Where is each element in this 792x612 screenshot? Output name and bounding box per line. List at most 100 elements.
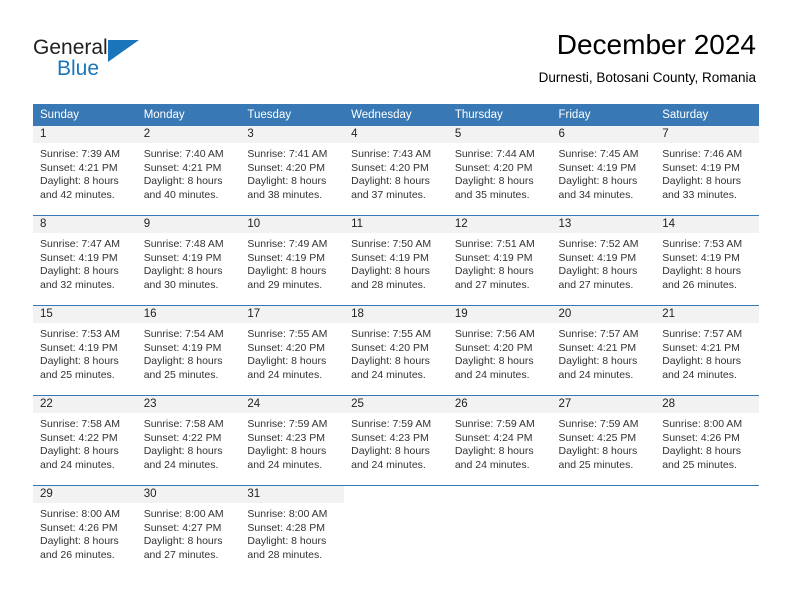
daylight-text-line2: and 25 minutes. — [143, 368, 219, 381]
sunset-text: Sunset: 4:26 PM — [40, 521, 118, 534]
day-cell[interactable]: 6 Sunrise: 7:45 AM Sunset: 4:19 PM Daylight… — [551, 126, 656, 216]
daylight-text-line1: Daylight: 8 hours — [143, 355, 223, 367]
daylight-text-line1: Daylight: 8 hours — [558, 445, 638, 457]
sunset-text: Sunset: 4:19 PM — [247, 251, 326, 264]
day-cell[interactable]: 14 Sunrise: 7:53 AM Sunset: 4:19 PM Dayligh… — [655, 215, 759, 306]
day-cell[interactable]: 12 Sunrise: 7:51 AM Sunset: 4:19 PM Dayligh… — [447, 215, 552, 306]
day-cell[interactable]: 22 Sunrise: 7:58 AM Sunset: 4:22 PM Dayligh… — [33, 395, 137, 486]
daylight-text-line2: and 37 minutes. — [351, 188, 426, 201]
calendar-table: Sunday Monday Tuesday Wednesday Thursday… — [33, 104, 759, 575]
daylight-text-line1: Daylight: 8 hours — [40, 445, 119, 457]
day-number: 12 — [447, 216, 552, 233]
day-number: 8 — [33, 216, 137, 233]
sunset-text: Sunset: 4:27 PM — [143, 521, 222, 534]
day-cell[interactable]: 8 Sunrise: 7:47 AM Sunset: 4:19 PM Daylight… — [33, 215, 137, 306]
page-subtitle: Durnesti, Botosani County, Romania — [538, 70, 756, 85]
day-cell[interactable]: 9 Sunrise: 7:48 AM Sunset: 4:19 PM Daylight… — [136, 215, 241, 306]
daylight-text-line1: Daylight: 8 hours — [40, 535, 119, 547]
daylight-text-line2: and 25 minutes. — [40, 368, 115, 381]
sunset-text: Sunset: 4:19 PM — [558, 161, 637, 174]
sunrise-text: Sunrise: 7:56 AM — [454, 328, 535, 340]
sunrise-text: Sunrise: 7:39 AM — [40, 148, 120, 160]
daylight-text-line1: Daylight: 8 hours — [351, 175, 430, 187]
day-cell[interactable]: 20 Sunrise: 7:57 AM Sunset: 4:21 PM Dayligh… — [551, 305, 656, 396]
day-cell[interactable]: 31 Sunrise: 8:00 AM Sunset: 4:28 PM Dayligh… — [240, 485, 345, 575]
day-cell[interactable]: 29 Sunrise: 8:00 AM Sunset: 4:26 PM Dayligh… — [33, 485, 137, 575]
daylight-text-line1: Daylight: 8 hours — [40, 175, 119, 187]
sunrise-text: Sunrise: 7:45 AM — [558, 148, 639, 160]
day-cell[interactable]: 4 Sunrise: 7:43 AM Sunset: 4:20 PM Daylight… — [344, 126, 448, 216]
title-block: December 2024 Durnesti, Botosani County,… — [539, 28, 756, 88]
week-row: 29 Sunrise: 8:00 AM Sunset: 4:26 PM Dayligh… — [33, 485, 759, 575]
daylight-text-line1: Daylight: 8 hours — [454, 175, 534, 187]
sunset-text: Sunset: 4:20 PM — [247, 161, 326, 174]
daylight-text-line1: Daylight: 8 hours — [247, 445, 327, 457]
sunset-text: Sunset: 4:21 PM — [662, 341, 740, 354]
daylight-text-line1: Daylight: 8 hours — [662, 175, 742, 187]
sunrise-text: Sunrise: 7:59 AM — [454, 418, 535, 430]
sunrise-text: Sunrise: 7:59 AM — [351, 418, 432, 430]
day-cell[interactable]: 16 Sunrise: 7:54 AM Sunset: 4:19 PM Dayligh… — [136, 305, 241, 396]
day-cell[interactable]: 21 Sunrise: 7:57 AM Sunset: 4:21 PM Dayligh… — [655, 305, 759, 396]
daylight-text-line1: Daylight: 8 hours — [454, 445, 534, 457]
day-cell[interactable]: 28 Sunrise: 8:00 AM Sunset: 4:26 PM Dayligh… — [655, 395, 759, 486]
day-number: 7 — [655, 126, 759, 143]
day-cell[interactable]: 27 Sunrise: 7:59 AM Sunset: 4:25 PM Dayligh… — [551, 395, 656, 486]
week-row: 1 Sunrise: 7:39 AM Sunset: 4:21 PM Daylight… — [33, 126, 759, 216]
sunset-text: Sunset: 4:20 PM — [247, 341, 326, 354]
day-cell[interactable]: 2 Sunrise: 7:40 AM Sunset: 4:21 PM Daylight… — [136, 126, 241, 216]
week-row: 8 Sunrise: 7:47 AM Sunset: 4:19 PM Daylight… — [33, 215, 759, 306]
day-cell[interactable]: 17 Sunrise: 7:55 AM Sunset: 4:20 PM Dayligh… — [240, 305, 345, 396]
day-number — [344, 486, 448, 503]
sunset-text: Sunset: 4:19 PM — [454, 251, 533, 264]
sunrise-text: Sunrise: 8:00 AM — [247, 508, 328, 520]
sunrise-text: Sunrise: 7:51 AM — [454, 238, 535, 250]
day-cell[interactable]: 7 Sunrise: 7:46 AM Sunset: 4:19 PM Daylight… — [655, 126, 759, 216]
day-cell[interactable]: 23 Sunrise: 7:58 AM Sunset: 4:22 PM Dayligh… — [136, 395, 241, 486]
day-cell[interactable]: 25 Sunrise: 7:59 AM Sunset: 4:23 PM Dayligh… — [344, 395, 448, 486]
day-number: 22 — [33, 396, 137, 413]
day-cell[interactable]: 26 Sunrise: 7:59 AM Sunset: 4:24 PM Dayligh… — [447, 395, 552, 486]
day-cell[interactable]: 15 Sunrise: 7:53 AM Sunset: 4:19 PM Dayligh… — [33, 305, 137, 396]
page-header: General Blue December 2024 Durnesti, Bot… — [0, 0, 792, 100]
daylight-text-line1: Daylight: 8 hours — [247, 535, 327, 547]
sunset-text: Sunset: 4:19 PM — [143, 341, 222, 354]
day-cell[interactable]: 18 Sunrise: 7:55 AM Sunset: 4:20 PM Dayligh… — [344, 305, 448, 396]
sunrise-text: Sunrise: 7:58 AM — [40, 418, 120, 430]
day-cell[interactable]: 19 Sunrise: 7:56 AM Sunset: 4:20 PM Dayligh… — [447, 305, 552, 396]
day-number: 19 — [447, 306, 552, 323]
day-cell[interactable]: 3 Sunrise: 7:41 AM Sunset: 4:20 PM Daylight… — [240, 126, 345, 216]
sunset-text: Sunset: 4:22 PM — [40, 431, 118, 444]
day-cell[interactable]: 1 Sunrise: 7:39 AM Sunset: 4:21 PM Daylight… — [33, 126, 137, 216]
day-cell[interactable]: 24 Sunrise: 7:59 AM Sunset: 4:23 PM Dayligh… — [240, 395, 345, 486]
day-number — [551, 486, 656, 503]
day-cell[interactable]: 11 Sunrise: 7:50 AM Sunset: 4:19 PM Dayligh… — [344, 215, 448, 306]
sunrise-text: Sunrise: 7:41 AM — [247, 148, 328, 160]
day-cell[interactable]: 13 Sunrise: 7:52 AM Sunset: 4:19 PM Dayligh… — [551, 215, 656, 306]
day-cell[interactable]: 30 Sunrise: 8:00 AM Sunset: 4:27 PM Dayligh… — [136, 485, 241, 575]
daylight-text-line2: and 35 minutes. — [454, 188, 530, 201]
daylight-text-line2: and 27 minutes. — [143, 548, 219, 561]
sunrise-text: Sunrise: 7:40 AM — [143, 148, 224, 160]
daylight-text-line1: Daylight: 8 hours — [247, 175, 327, 187]
sunrise-text: Sunrise: 7:52 AM — [558, 238, 639, 250]
daylight-text-line2: and 33 minutes. — [662, 188, 737, 201]
day-number: 15 — [33, 306, 137, 323]
daylight-text-line2: and 28 minutes. — [247, 548, 323, 561]
calendar-page: General Blue December 2024 Durnesti, Bot… — [0, 0, 792, 612]
sunset-text: Sunset: 4:25 PM — [558, 431, 637, 444]
daylight-text-line2: and 29 minutes. — [247, 278, 323, 291]
day-cell[interactable]: 10 Sunrise: 7:49 AM Sunset: 4:19 PM Dayligh… — [240, 215, 345, 306]
weekday-header-sunday: Sunday — [33, 104, 137, 126]
day-number: 23 — [136, 396, 241, 413]
daylight-text-line1: Daylight: 8 hours — [351, 265, 430, 277]
generalblue-logo[interactable]: General Blue — [33, 36, 173, 84]
daylight-text-line1: Daylight: 8 hours — [558, 175, 638, 187]
daylight-text-line2: and 28 minutes. — [351, 278, 426, 291]
daylight-text-line1: Daylight: 8 hours — [247, 355, 327, 367]
weekday-header-saturday: Saturday — [655, 104, 759, 126]
daylight-text-line2: and 25 minutes. — [558, 458, 634, 471]
day-number: 31 — [240, 486, 345, 503]
day-cell[interactable]: 5 Sunrise: 7:44 AM Sunset: 4:20 PM Daylight… — [447, 126, 552, 216]
daylight-text-line1: Daylight: 8 hours — [662, 265, 742, 277]
